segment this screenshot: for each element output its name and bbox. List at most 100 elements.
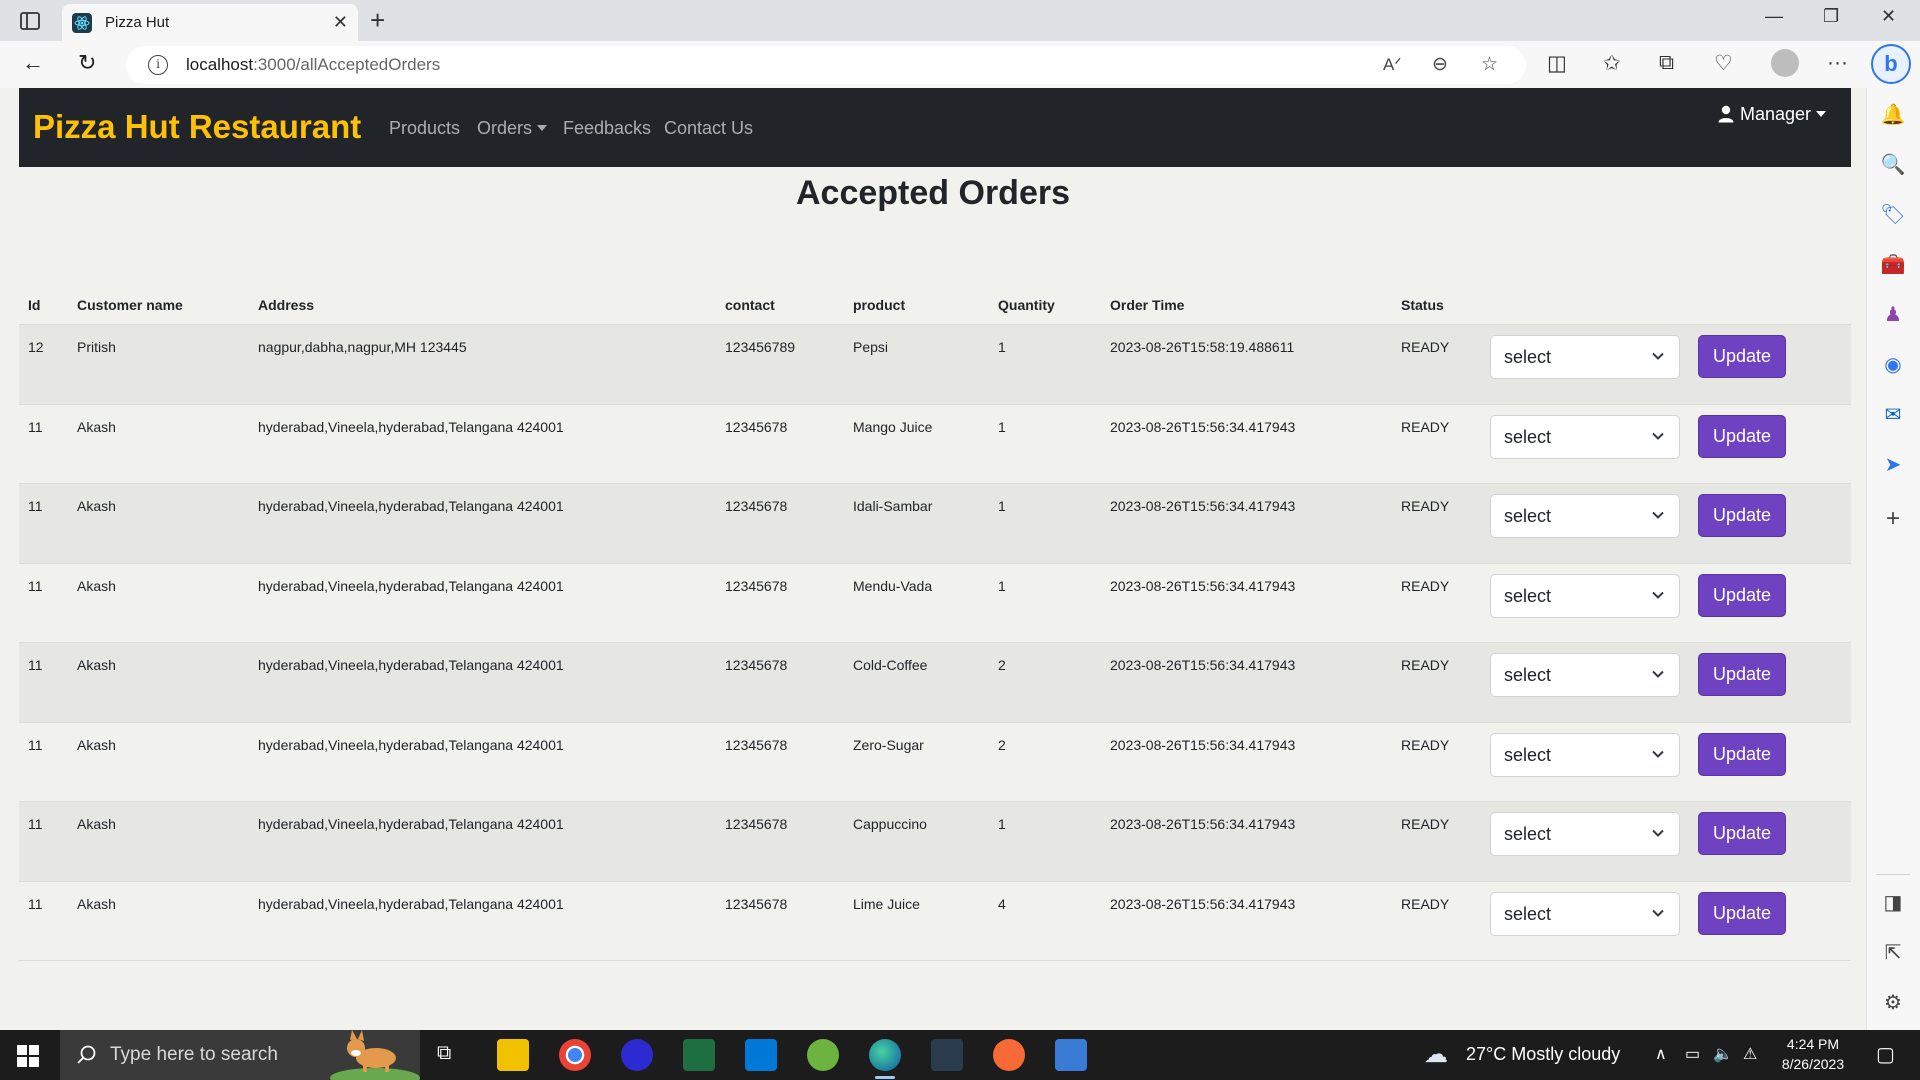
edge-icon[interactable] [869,1039,901,1071]
caret-down-icon [537,125,548,131]
volume-icon[interactable]: 🔈 [1713,1044,1733,1064]
new-tab-icon[interactable]: + [370,6,385,34]
address-bar[interactable]: i localhost:3000/allAcceptedOrders Aᐟ ⊖ … [126,46,1526,84]
col-id: Id [28,297,41,313]
cell-id: 11 [28,577,43,594]
col-product: product [853,297,906,313]
url-text[interactable]: localhost:3000/allAcceptedOrders [186,55,440,75]
chevron-down-icon [1652,591,1664,599]
status-select[interactable]: select [1490,335,1680,379]
spring-tools-icon[interactable] [807,1039,839,1071]
tools-briefcase-icon[interactable]: 🧰 [1880,252,1906,278]
collections-icon[interactable]: ⧉ [1659,51,1674,75]
mysql-workbench-icon[interactable] [931,1039,963,1071]
update-button[interactable]: Update [1698,891,1786,935]
nav-orders-dropdown[interactable]: Orders [477,118,548,139]
status-select[interactable]: select [1490,891,1680,936]
cell-address: hyderabad,Vineela,hyderabad,Telangana 42… [258,577,564,594]
battery-icon[interactable]: ▭ [1685,1044,1700,1064]
table-row: 12 Pritish nagpur,dabha,nagpur,MH 123445 12… [19,324,1851,404]
clock-time[interactable]: 4:24 PM [1760,1036,1866,1052]
tab-actions-icon[interactable] [18,9,42,33]
edge-sidebar [1866,88,1920,1030]
cell-status: READY [1401,577,1450,594]
cell-product: Pepsi [853,339,889,355]
nav-products[interactable]: Products [389,118,460,139]
update-button[interactable]: Update [1698,414,1786,458]
cell-id: 11 [28,657,43,673]
update-button[interactable]: Update [1698,573,1786,617]
update-button[interactable]: Update [1698,335,1786,378]
refresh-icon[interactable]: ↻ [78,51,96,75]
close-window-icon[interactable]: ✕ [1881,6,1896,27]
read-aloud-icon[interactable]: Aᐟ [1383,55,1402,75]
status-select-value: select [1504,903,1552,924]
network-icon[interactable]: ⚠ [1743,1044,1757,1064]
microsoft-365-icon[interactable]: ◉ [1880,352,1906,378]
nav-feedbacks[interactable]: Feedbacks [563,118,651,139]
profile-avatar[interactable] [1771,49,1799,77]
split-screen-icon[interactable]: ◫ [1547,51,1567,76]
brand-logo[interactable]: Pizza Hut Restaurant [33,108,361,146]
file-explorer-icon[interactable] [497,1039,529,1071]
notifications-bell-icon[interactable]: 🔔 [1880,102,1906,128]
task-view-icon[interactable]: ⧉ [437,1042,451,1065]
status-select[interactable]: select [1490,653,1680,697]
vscode-icon[interactable] [745,1039,777,1071]
chrome-icon[interactable] [559,1039,591,1071]
search-icon[interactable]: 🔍 [1880,152,1906,178]
status-select[interactable]: select [1490,414,1680,459]
cell-quantity: 1 [998,498,1006,514]
update-button[interactable]: Update [1698,812,1786,855]
close-tab-icon[interactable]: ✕ [333,12,348,32]
show-hidden-icons-icon[interactable]: ∧ [1655,1044,1667,1064]
nav-contact-us[interactable]: Contact Us [664,118,753,139]
cell-product: Cappuccino [853,816,927,832]
settings-gear-icon[interactable]: ⚙ [1880,990,1906,1016]
add-sidebar-app-icon[interactable]: + [1880,506,1906,532]
favorite-star-icon[interactable]: ☆ [1481,53,1498,76]
cell-status: READY [1401,736,1450,753]
status-select[interactable]: select [1490,494,1680,538]
open-external-icon[interactable]: ⇱ [1880,940,1906,966]
search-icon [77,1045,96,1064]
back-icon[interactable]: ← [22,51,44,75]
postman-icon[interactable] [993,1039,1025,1071]
more-options-icon[interactable]: ··· [1827,51,1848,75]
weather-text[interactable]: 27°C Mostly cloudy [1466,1044,1620,1065]
status-select-value: select [1504,744,1552,765]
zoom-out-icon[interactable]: ⊖ [1432,53,1448,76]
notification-center-icon[interactable]: ▢ [1876,1042,1895,1067]
bing-copilot-icon[interactable]: b [1871,44,1911,84]
windows-start-icon[interactable] [17,1045,39,1067]
clock-date[interactable]: 8/26/2023 [1760,1056,1866,1072]
cell-customer: Akash [77,895,116,912]
hide-sidebar-icon[interactable]: ◨ [1880,890,1906,916]
update-button[interactable]: Update [1698,732,1786,776]
update-button[interactable]: Update [1698,653,1786,696]
cell-product: Mango Juice [853,418,933,435]
favorites-icon[interactable]: ✩ [1603,51,1621,76]
cell-quantity: 1 [998,816,1006,832]
browser-tab[interactable]: Pizza Hut ✕ [62,4,358,41]
manager-menu[interactable]: Manager [1718,104,1826,125]
outlook-icon[interactable]: ✉ [1880,402,1906,428]
games-icon[interactable]: ♟ [1880,302,1906,328]
weather-cloud-icon[interactable]: ☁ [1424,1040,1448,1069]
site-info-icon[interactable]: i [148,55,168,75]
excel-icon[interactable] [683,1039,715,1071]
cell-id: 12 [28,339,44,355]
update-button[interactable]: Update [1698,494,1786,537]
restore-icon[interactable]: ❐ [1823,6,1839,27]
shopping-tag-icon[interactable]: 🏷 [1880,202,1906,228]
status-select[interactable]: select [1490,573,1680,618]
browser-essentials-icon[interactable]: ♡ [1714,51,1733,76]
table-header: Id Customer name Address contact product… [19,288,1851,324]
cell-quantity: 1 [998,577,1006,594]
status-select[interactable]: select [1490,812,1680,856]
drop-send-icon[interactable]: ➤ [1880,452,1906,478]
status-select[interactable]: select [1490,732,1680,777]
photos-icon[interactable] [1055,1039,1087,1071]
minimize-icon[interactable]: — [1765,6,1783,27]
webex-icon[interactable] [621,1039,653,1071]
